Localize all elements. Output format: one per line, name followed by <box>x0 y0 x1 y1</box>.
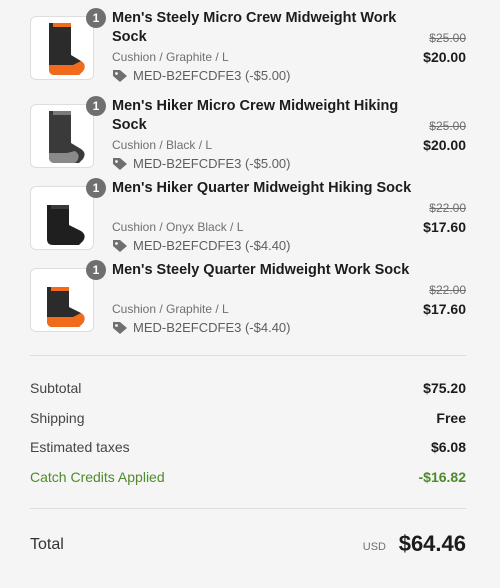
line-item: 1 Men's Steely Quarter Midweight Work So… <box>30 260 470 346</box>
divider <box>30 508 466 509</box>
subtotal-value: $75.20 <box>423 380 466 396</box>
product-thumbnail <box>30 186 94 250</box>
original-price: $22.00 <box>429 201 466 215</box>
product-name: Men's Steely Micro Crew Midweight Work S… <box>112 10 397 45</box>
product-name: Men's Hiker Micro Crew Midweight Hiking … <box>112 98 399 133</box>
tag-icon <box>113 321 127 334</box>
product-variant: Cushion / Graphite / L <box>112 302 229 316</box>
product-name: Men's Hiker Quarter Midweight Hiking Soc… <box>112 180 412 196</box>
subtotal-label: Subtotal <box>30 380 82 396</box>
total-currency: USD <box>362 541 386 553</box>
taxes-label: Estimated taxes <box>30 439 130 455</box>
discount-code: MED-B2EFCDFE3 (-$4.40) <box>112 238 290 253</box>
discounted-price: $20.00 <box>423 137 466 153</box>
sock-image <box>47 205 85 245</box>
product-thumbnail <box>30 104 94 168</box>
sock-image <box>47 287 85 327</box>
original-price: $25.00 <box>429 119 466 133</box>
discount-code-text: MED-B2EFCDFE3 (-$4.40) <box>133 320 291 335</box>
product-variant: Cushion / Onyx Black / L <box>112 220 244 234</box>
quantity-badge: 1 <box>86 178 106 198</box>
discount-code-text: MED-B2EFCDFE3 (-$5.00) <box>133 156 291 171</box>
original-price: $22.00 <box>429 283 466 297</box>
product-name: Men's Steely Quarter Midweight Work Sock <box>112 262 410 278</box>
tag-icon <box>113 157 127 170</box>
discount-code: MED-B2EFCDFE3 (-$4.40) <box>112 320 290 335</box>
product-variant: Cushion / Graphite / L <box>112 50 229 64</box>
product-thumbnail <box>30 268 94 332</box>
total-label: Total <box>30 536 64 553</box>
discounted-price: $20.00 <box>423 49 466 65</box>
credits-label: Catch Credits Applied <box>30 469 165 485</box>
shipping-label: Shipping <box>30 410 85 426</box>
product-variant: Cushion / Black / L <box>112 138 213 152</box>
shipping-value: Free <box>436 410 466 426</box>
discount-code: MED-B2EFCDFE3 (-$5.00) <box>112 156 290 171</box>
order-summary: 1 Men's Steely Micro Crew Midweight Work… <box>0 0 500 588</box>
line-item: 1 Men's Hiker Micro Crew Midweight Hikin… <box>30 96 470 182</box>
discounted-price: $17.60 <box>423 301 466 317</box>
quantity-badge: 1 <box>86 96 106 116</box>
line-item: 1 Men's Hiker Quarter Midweight Hiking S… <box>30 178 470 264</box>
line-item: 1 Men's Steely Micro Crew Midweight Work… <box>30 8 470 94</box>
discount-code-text: MED-B2EFCDFE3 (-$5.00) <box>133 68 291 83</box>
credits-value: -$16.82 <box>418 469 466 485</box>
taxes-value: $6.08 <box>430 439 466 455</box>
discounted-price: $17.60 <box>423 219 466 235</box>
sock-image <box>49 23 85 75</box>
quantity-badge: 1 <box>86 260 106 280</box>
divider <box>30 355 466 356</box>
discount-code-text: MED-B2EFCDFE3 (-$4.40) <box>133 238 291 253</box>
discount-code: MED-B2EFCDFE3 (-$5.00) <box>112 68 290 83</box>
original-price: $25.00 <box>429 31 466 45</box>
tag-icon <box>113 239 127 252</box>
product-thumbnail <box>30 16 94 80</box>
quantity-badge: 1 <box>86 8 106 28</box>
tag-icon <box>113 69 127 82</box>
total-amount: $64.46 <box>398 531 466 556</box>
sock-image <box>49 111 85 163</box>
